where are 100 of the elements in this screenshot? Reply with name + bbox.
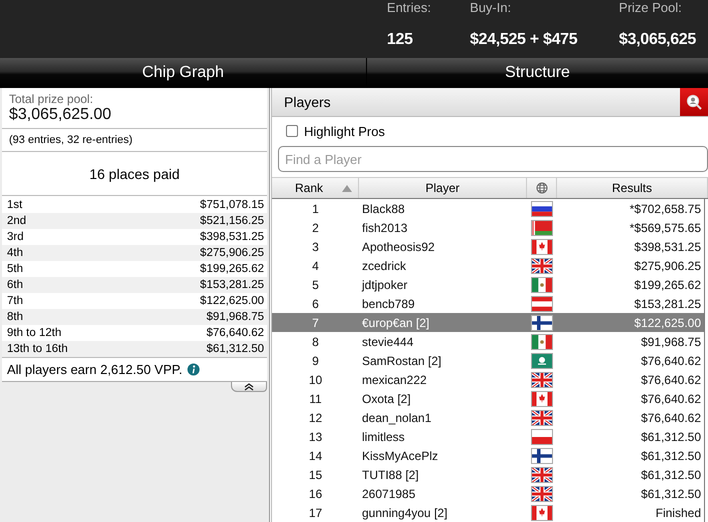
player-name: €urop€an [2] xyxy=(361,316,430,330)
flag-icon xyxy=(531,200,553,216)
result-cell-text: $76,640.62 xyxy=(640,410,702,424)
result-cell-text: *$569,575.65 xyxy=(628,220,702,234)
result-cell-text: $153,281.25 xyxy=(633,296,702,310)
result-cell-text: $76,640.62 xyxy=(640,354,702,368)
flag-icon xyxy=(531,372,553,388)
payout-amount: $76,640.62 xyxy=(206,326,264,341)
payout-amount: $153,281.25 xyxy=(200,278,264,293)
player-row[interactable]: 17 gunning4you [2] Finished xyxy=(272,503,704,522)
player-name: Apotheosis92 xyxy=(361,240,436,254)
payout-amount: $91,968.75 xyxy=(206,310,264,325)
player-name: fish2013 xyxy=(361,220,408,234)
person-search-icon xyxy=(686,94,702,110)
result-cell-text: $61,312.50 xyxy=(640,486,702,500)
search-field[interactable]: Find a Player xyxy=(278,146,708,172)
player-search-button[interactable] xyxy=(680,88,708,116)
player-row[interactable]: 4 zcedrick $275,906.25 xyxy=(272,256,704,275)
result-cell-text: $76,640.62 xyxy=(640,372,702,386)
total-prize: $3,065,625.00 xyxy=(9,106,112,124)
player-row[interactable]: 7 €urop€an [2] $122,625.00 xyxy=(272,313,704,332)
stat-label: Buy-In: xyxy=(470,1,512,17)
player-row[interactable]: 3 Apotheosis92 $398,531.25 xyxy=(272,237,704,256)
result-cell-text: $398,531.25 xyxy=(633,240,702,254)
rank-cell-text: 12 xyxy=(308,410,324,424)
flag-icon xyxy=(531,334,553,350)
payout-amount: $398,531.25 xyxy=(200,230,264,245)
player-row[interactable]: 10 mexican222 $76,640.62 xyxy=(272,370,704,389)
flag-icon xyxy=(531,258,553,274)
player-row[interactable]: 14 KissMyAcePlz $61,312.50 xyxy=(272,446,704,465)
player-row[interactable]: 9 SamRostan [2] $76,640.62 xyxy=(272,351,704,370)
payout-amount: $122,625.00 xyxy=(200,294,264,309)
column-header[interactable]: Rank xyxy=(272,178,359,198)
stat-value: $24,525 + $475 xyxy=(470,31,578,49)
column-header[interactable]: Results xyxy=(557,178,708,198)
rank-cell-text: 2 xyxy=(311,220,320,234)
payout-amount: $751,078.15 xyxy=(200,198,264,213)
rank-cell-text: 6 xyxy=(311,296,320,310)
rank-cell-text: 10 xyxy=(308,372,324,386)
rank-cell-text: 16 xyxy=(308,486,324,500)
result-cell-text: $61,312.50 xyxy=(640,468,702,482)
sort-arrow-icon xyxy=(342,185,352,192)
player-row[interactable]: 11 Oxota [2] $76,640.62 xyxy=(272,389,704,408)
player-row[interactable]: 5 jdtjpoker $199,265.62 xyxy=(272,275,704,294)
player-row[interactable]: 13 limitless $61,312.50 xyxy=(272,427,704,446)
rank-cell-text: 15 xyxy=(308,468,324,482)
flag-icon xyxy=(531,314,553,330)
player-name: limitless xyxy=(361,430,406,444)
double-caret-icon xyxy=(243,382,255,390)
flag-icon xyxy=(531,390,553,406)
player-row[interactable]: 6 bencb789 $153,281.25 xyxy=(272,294,704,313)
player-row[interactable]: 8 stevie444 $91,968.75 xyxy=(272,332,704,351)
globe-icon xyxy=(536,182,548,194)
entries-note: (93 entries, 32 re-entries) xyxy=(9,134,132,146)
payout-place: 2nd xyxy=(7,214,26,229)
flag-icon xyxy=(531,410,553,426)
payout-place: 4th xyxy=(7,246,23,261)
vpp-note: All players earn 2,612.50 VPP. xyxy=(7,362,182,377)
payout-place: 7th xyxy=(7,294,23,309)
result-cell-text: $275,906.25 xyxy=(633,258,702,272)
checkbox-label: Highlight Pros xyxy=(304,124,385,138)
stat-label: Prize Pool: xyxy=(618,1,683,17)
rank-cell-text: 13 xyxy=(308,430,324,444)
player-name: 26071985 xyxy=(361,486,416,500)
stat-value: $3,065,625 xyxy=(618,31,696,49)
player-row[interactable]: 16 26071985 $61,312.50 xyxy=(272,484,704,503)
collapse-tab[interactable] xyxy=(231,382,267,392)
result-cell-text: Finished xyxy=(654,506,702,520)
payout-amount: $61,312.50 xyxy=(206,342,264,357)
info-icon[interactable] xyxy=(187,363,200,376)
result-cell-text: $199,265.62 xyxy=(633,278,702,292)
payout-amount: $199,265.62 xyxy=(200,262,264,277)
player-row[interactable]: 1 Black88 *$702,658.75 xyxy=(272,199,704,218)
rank-cell-text: 9 xyxy=(311,354,320,368)
checkbox[interactable] xyxy=(286,125,298,137)
player-name: TUTI88 [2] xyxy=(361,468,420,482)
player-name: dean_nolan1 xyxy=(361,410,432,424)
payout-place: 8th xyxy=(7,310,23,325)
payout-amount: $275,906.25 xyxy=(200,246,264,261)
player-name: stevie444 xyxy=(361,334,414,348)
flag-icon xyxy=(531,466,553,482)
column-header[interactable]: Player xyxy=(359,178,527,198)
payout-place: 6th xyxy=(7,278,23,293)
player-name: KissMyAcePlz xyxy=(361,448,440,462)
rank-cell-text: 1 xyxy=(311,202,320,216)
player-row[interactable]: 12 dean_nolan1 $76,640.62 xyxy=(272,408,704,427)
payout-place: 9th to 12th xyxy=(7,326,62,341)
player-row[interactable]: 15 TUTI88 [2] $61,312.50 xyxy=(272,465,704,484)
flag-icon xyxy=(531,238,553,254)
result-cell-text: $61,312.50 xyxy=(640,430,702,444)
player-name: SamRostan [2] xyxy=(361,354,442,368)
result-cell-text: *$702,658.75 xyxy=(628,202,702,216)
flag-icon xyxy=(531,486,553,502)
player-name: gunning4you [2] xyxy=(361,506,448,520)
rank-cell-text: 7 xyxy=(311,316,320,330)
flag-icon xyxy=(531,448,553,464)
player-row[interactable]: 2 fish2013 *$569,575.65 xyxy=(272,218,704,237)
stat-label: Entries: xyxy=(386,1,432,17)
rank-cell-text: 8 xyxy=(311,334,320,348)
flag-icon xyxy=(531,296,553,312)
